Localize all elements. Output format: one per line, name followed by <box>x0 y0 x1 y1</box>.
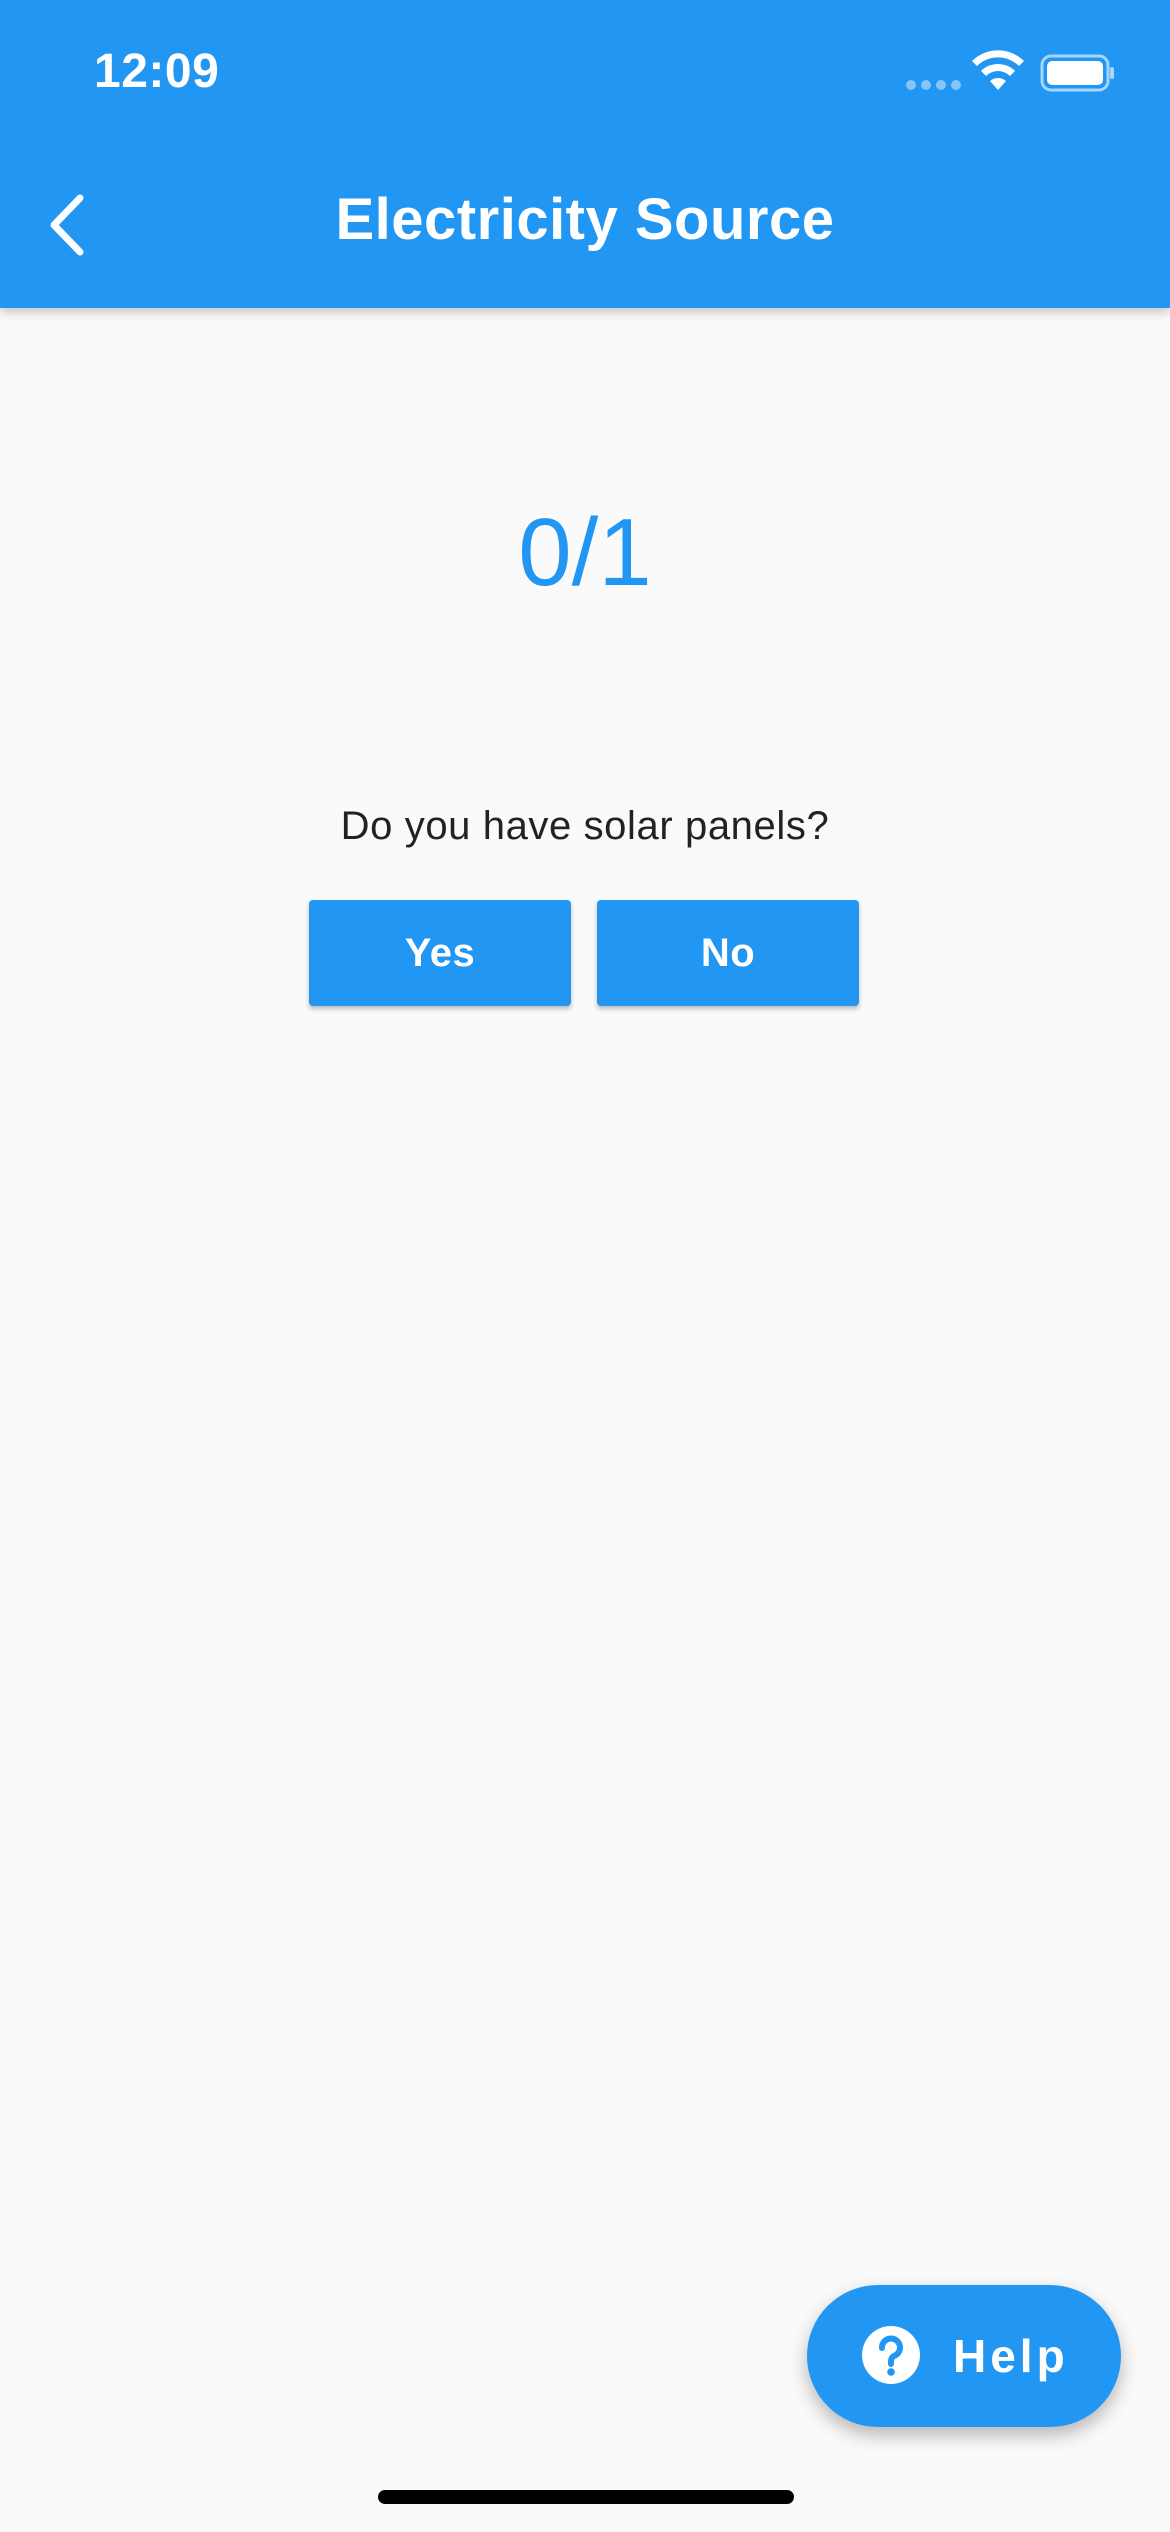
app-header: 12:09 Electricity Source <box>0 0 1170 308</box>
wifi-icon <box>972 50 1024 90</box>
no-button[interactable]: No <box>597 900 859 1006</box>
question-text: Do you have solar panels? <box>340 804 830 848</box>
home-indicator <box>378 2490 794 2504</box>
screen: 12:09 Electricity Source 0/1 Do you have… <box>0 0 1170 2532</box>
question-circle-icon <box>862 2326 920 2384</box>
page-title: Electricity Source <box>335 187 835 252</box>
battery-icon <box>1040 54 1114 92</box>
progress-counter: 0/1 <box>518 499 652 606</box>
status-time: 12:09 <box>94 45 220 98</box>
cellular-signal-icon <box>906 80 962 90</box>
help-button[interactable]: Help <box>807 2285 1121 2427</box>
help-label: Help <box>953 2330 1069 2382</box>
yes-button[interactable]: Yes <box>309 900 571 1006</box>
